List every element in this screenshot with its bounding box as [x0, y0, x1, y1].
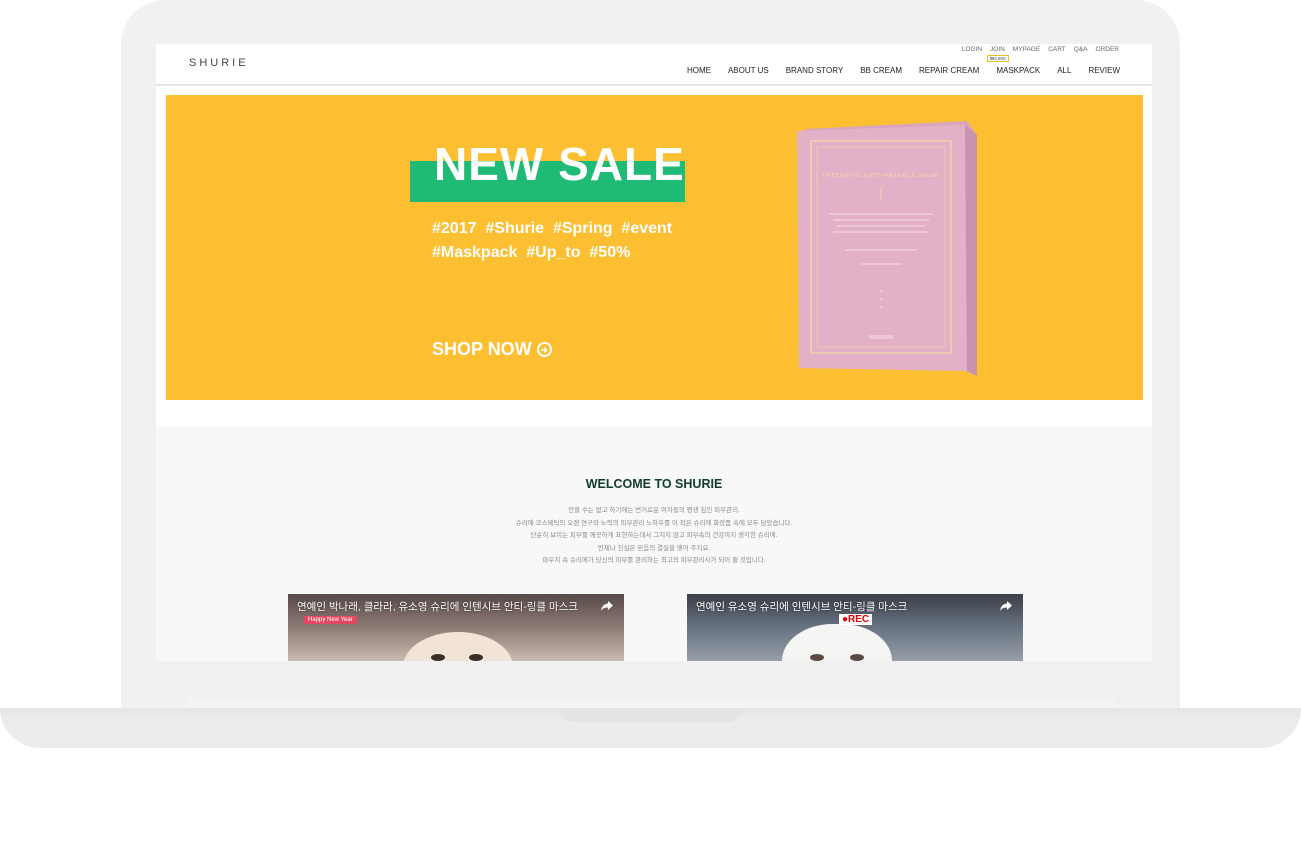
hero-title: NEW SALE [434, 138, 685, 190]
product-box-label: INTENSIVE ANTI-WRINKLE MASK [823, 172, 940, 179]
shop-now-button[interactable]: SHOP NOW [432, 339, 552, 360]
welcome-body: 안할 수는 없고 하기에는 번거로운 여자들의 평생 짐인 피부관리. 슈리에 … [156, 505, 1152, 568]
video-thumbnail-person [403, 632, 513, 661]
hashtags-line-1: #2017 #Shurie #Spring #event [432, 220, 673, 237]
util-qa-link[interactable]: Q&A [1074, 46, 1088, 53]
util-mypage-link[interactable]: MYPAGE [1013, 46, 1040, 53]
utility-nav: LOGIN JOIN ₩2,500 MYPAGE CART Q&A ORDER [962, 46, 1119, 62]
video-caption-overlay: Happy New Year [304, 616, 357, 624]
video-title[interactable]: 연예인 유소영 슈리에 인텐시브 안티-링클 마스크 [696, 599, 907, 614]
nav-bb-cream[interactable]: BB CREAM [860, 66, 902, 75]
site-logo[interactable]: SHURIE [189, 57, 249, 69]
util-cart-link[interactable]: CART [1048, 46, 1066, 53]
hero-banner[interactable]: NEW SALE #2017 #Shurie #Spring #event #M… [166, 95, 1143, 400]
util-join-label: JOIN [990, 46, 1005, 53]
welcome-line: 파우치 속 슈리에가 당신의 피부를 관리하는 최고의 피부관리사가 되어 줄 … [542, 557, 766, 565]
video-rec-overlay: ●REC [839, 614, 873, 625]
nav-repair-cream[interactable]: REPAIR CREAM [919, 66, 979, 75]
nav-review[interactable]: REVIEW [1088, 66, 1120, 75]
laptop-screen: SHURIE LOGIN JOIN ₩2,500 MYPAGE CART Q&A… [156, 44, 1152, 661]
product-box-image: INTENSIVE ANTI-WRINKLE MASK [797, 121, 977, 376]
nav-about-us[interactable]: ABOUT US [728, 66, 769, 75]
join-reward-badge: ₩2,500 [987, 55, 1009, 62]
welcome-line: 슈리에 코스메틱의 오랜 연구와 노력의 피부관리 노하우를 이 작은 슈리에 … [515, 519, 793, 527]
welcome-line: 언제나 진실은 믿음의 결실을 맺어 주지요. [597, 544, 711, 552]
video-embed-2[interactable]: ●REC 연예인 유소영 슈리에 인텐시브 안티-링클 마스크 [687, 594, 1023, 661]
main-nav: HOME ABOUT US BRAND STORY BB CREAM REPAI… [687, 66, 1120, 75]
share-icon[interactable] [600, 600, 614, 612]
nav-brand-story[interactable]: BRAND STORY [786, 66, 844, 75]
nav-home[interactable]: HOME [687, 66, 711, 75]
util-login-link[interactable]: LOGIN [962, 46, 982, 53]
nav-all[interactable]: ALL [1057, 66, 1071, 75]
video-thumbnail-person [782, 624, 892, 661]
welcome-line: 단순히 보이는 피부를 깨끗하게 표현하는데서 그치지 않고 피부속의 건강까지… [530, 532, 778, 540]
hero-hashtags: #2017 #Shurie #Spring #event #Maskpack #… [432, 217, 672, 265]
util-order-link[interactable]: ORDER [1096, 46, 1119, 53]
util-join-link[interactable]: JOIN ₩2,500 [987, 46, 1009, 62]
shop-now-label: SHOP NOW [432, 339, 532, 359]
arrow-right-icon [536, 342, 552, 357]
hashtags-line-2: #Maskpack #Up_to #50% [432, 244, 631, 261]
laptop-notch [560, 708, 742, 722]
nav-maskpack[interactable]: MASKPACK [996, 66, 1040, 75]
share-icon[interactable] [999, 600, 1013, 612]
welcome-title: WELCOME TO SHURIE [585, 477, 723, 491]
site-header: SHURIE LOGIN JOIN ₩2,500 MYPAGE CART Q&A… [156, 44, 1152, 86]
video-title[interactable]: 연예인 박나래, 클라라, 유소영 슈리에 인텐시브 안티-링클 마스크 [297, 599, 578, 614]
welcome-line: 안할 수는 없고 하기에는 번거로운 여자들의 평생 짐인 피부관리. [568, 507, 740, 514]
video-embed-1[interactable]: Happy New Year 연예인 박나래, 클라라, 유소영 슈리에 인텐시… [288, 594, 624, 661]
